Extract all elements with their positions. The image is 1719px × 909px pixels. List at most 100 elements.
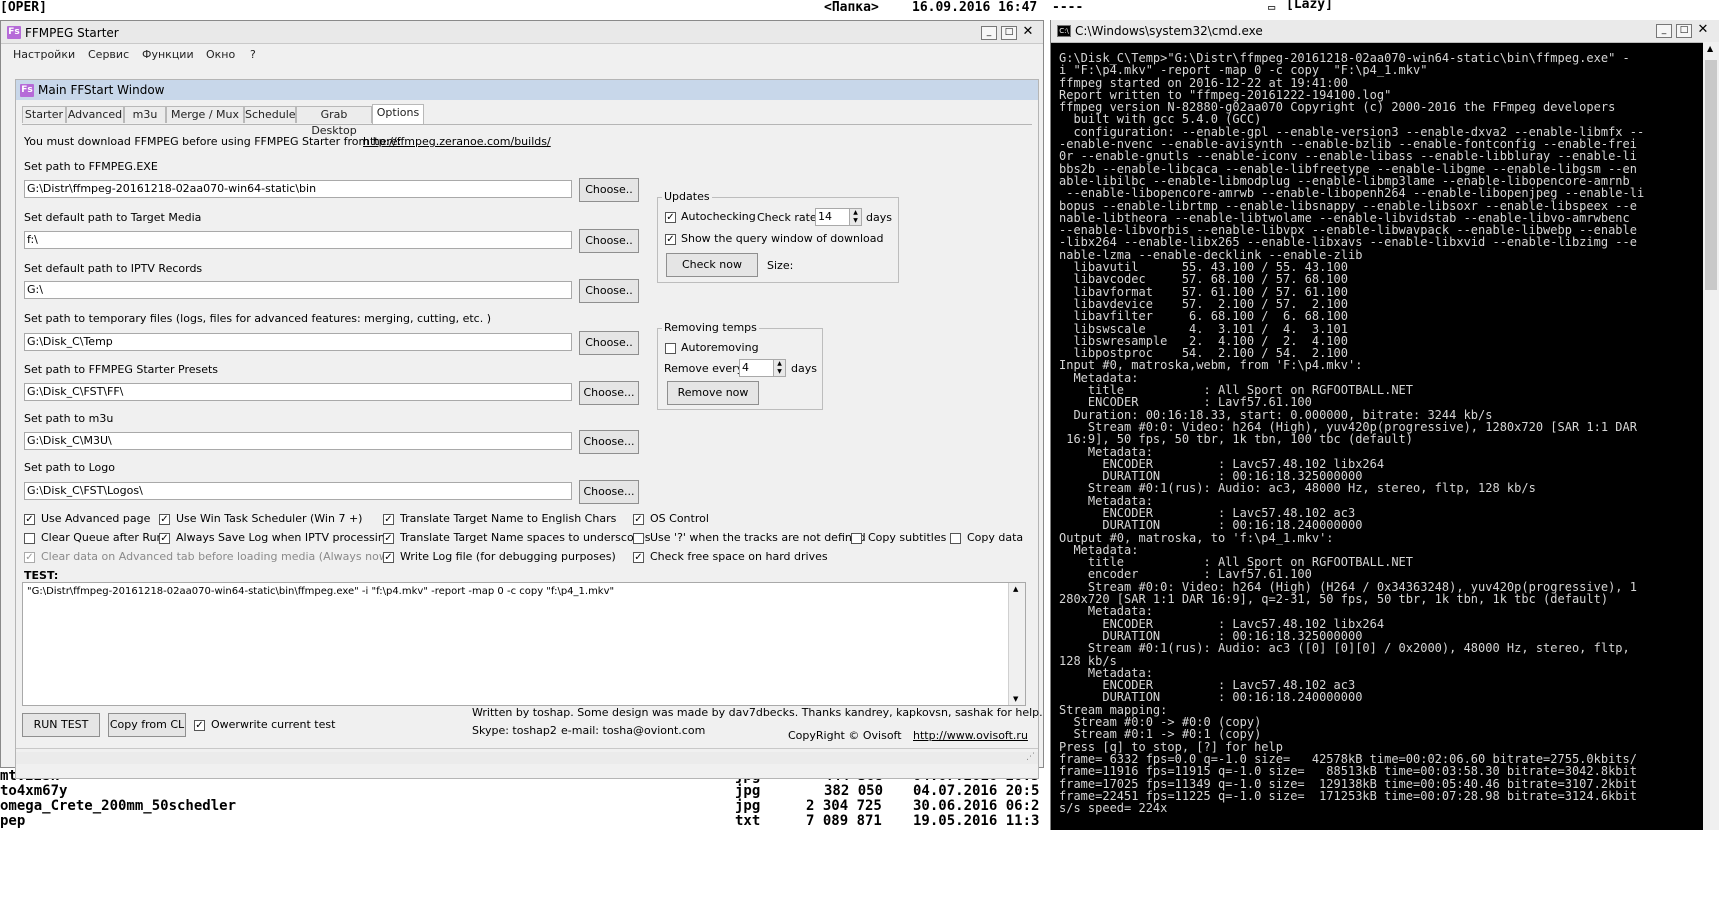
check-now-button[interactable]: Check now [666, 253, 758, 277]
tab-grab-desktop[interactable]: Grab Desktop [296, 106, 372, 137]
tab-m3u[interactable]: m3u [124, 106, 166, 123]
choose-ffmpeg-button[interactable]: Choose.. [579, 178, 639, 202]
cmd-window: C:\ C:\Windows\system32\cmd.exe _ □ ✕ G:… [1050, 20, 1719, 830]
console-line: ENCODER : Lavf57.61.100 [1059, 395, 1312, 410]
menu-settings[interactable]: Настройки [13, 48, 75, 61]
choose-presets-button[interactable]: Choose... [579, 381, 639, 405]
menu-help[interactable]: ? [250, 48, 256, 61]
cmd-title-bar[interactable]: C:\ C:\Windows\system32\cmd.exe _ □ ✕ [1051, 20, 1719, 43]
tab-options[interactable]: Options [372, 104, 424, 124]
tab-schedule[interactable]: Schedule [244, 106, 296, 123]
minimize-button[interactable]: _ [981, 26, 997, 40]
console-line: --enable-libopencore-amrwb --enable-libo… [1059, 186, 1645, 201]
choose-logo-button[interactable]: Choose... [579, 480, 639, 504]
presets-field[interactable]: G:\Disk_C\FST\FF\ [24, 383, 572, 401]
autoremoving-checkbox[interactable] [665, 343, 676, 354]
target-media-field[interactable]: f:\ [24, 231, 572, 249]
clear-queue-checkbox[interactable] [24, 533, 35, 544]
main-ffstart-window: Fs Main FFStart Window Starter Advanced … [15, 79, 1043, 779]
iptv-records-label: Set default path to IPTV Records [24, 262, 203, 275]
scroll-up-icon[interactable]: ▲ [1013, 585, 1018, 593]
copy-from-cl-button[interactable]: Copy from CL [108, 713, 186, 737]
cmd-scroll-up-icon[interactable]: ▲ [1707, 44, 1713, 53]
cmd-scroll-thumb[interactable] [1705, 60, 1717, 290]
title-bar[interactable]: Fs FFMPEG Starter _ □ ✕ [1, 21, 1043, 44]
cmd-close-button[interactable]: ✕ [1696, 23, 1710, 36]
win-task-scheduler-checkbox[interactable]: ✓ [159, 514, 170, 525]
remove-every-spinner[interactable]: 4 ▲ ▼ [739, 359, 786, 377]
list-item[interactable]: omega_Crete_200mm_50schedler jpg 2 304 7… [0, 798, 1050, 814]
target-media-label: Set default path to Target Media [24, 211, 202, 224]
underscores-label: Translate Target Name spaces to undersco… [400, 531, 651, 544]
download-link[interactable]: http://ffmpeg.zeranoe.com/builds/ [363, 135, 551, 148]
write-log-checkbox[interactable]: ✓ [383, 552, 394, 563]
ffmpeg-path-field[interactable]: G:\Distr\ffmpeg-20161218-02aa070-win64-s… [24, 180, 572, 198]
show-query-checkbox[interactable]: ✓ [665, 234, 676, 245]
logo-field[interactable]: G:\Disk_C\FST\Logos\ [24, 482, 572, 500]
resize-grip-icon[interactable]: ⋰ [1026, 752, 1035, 762]
maximize-button[interactable]: □ [1001, 26, 1017, 40]
tab-merge-mux[interactable]: Merge / Mux [166, 106, 244, 123]
presets-label: Set path to FFMPEG Starter Presets [24, 363, 219, 376]
console-line: DURATION : 00:16:18.240000000 [1059, 690, 1363, 705]
clear-data-advanced-checkbox: ✓ [24, 552, 35, 563]
menu-window[interactable]: Окно [206, 48, 235, 61]
size-label: Size: [767, 259, 794, 272]
cmd-maximize-button[interactable]: □ [1676, 24, 1692, 38]
logo-label: Set path to Logo [24, 461, 115, 474]
remove-now-button[interactable]: Remove now [667, 381, 759, 405]
cmd-minimize-button[interactable]: _ [1656, 24, 1672, 38]
m3u-field[interactable]: G:\Disk_C\M3U\ [24, 432, 572, 450]
status-divider [16, 748, 1038, 749]
scroll-down-icon[interactable]: ▼ [1013, 695, 1018, 703]
list-item[interactable]: pep txt 7 089 871 19.05.2016 11:3 [0, 813, 1050, 829]
console-line: 280x720 [SAR 1:1 DAR 16:9], q=2-31, 50 f… [1059, 592, 1609, 607]
check-rate-spinner[interactable]: 14 ▲ ▼ [815, 208, 862, 226]
iptv-records-field[interactable]: G:\ [24, 281, 572, 299]
os-control-checkbox[interactable]: ✓ [633, 514, 644, 525]
site-link[interactable]: http://www.ovisoft.ru [913, 729, 1028, 742]
use-question-checkbox[interactable] [633, 533, 644, 544]
copy-subtitles-label: Copy subtitles [868, 531, 947, 544]
folder-label: <Папка> [824, 0, 879, 15]
test-scrollbar[interactable]: ▲ ▼ [1008, 583, 1025, 705]
list-item[interactable]: to4xm67y jpg 382 050 04.07.2016 20:5 [0, 783, 1050, 799]
choose-temp-button[interactable]: Choose.. [579, 331, 639, 355]
console-line: 128 kb/s [1059, 653, 1117, 668]
spinner-arrows-icon[interactable]: ▲ ▼ [849, 209, 861, 225]
underscores-checkbox[interactable]: ✓ [383, 533, 394, 544]
run-test-button[interactable]: RUN TEST [22, 713, 100, 737]
tab-advanced[interactable]: Advanced [66, 106, 124, 123]
copy-data-checkbox[interactable] [950, 533, 961, 544]
use-advanced-checkbox[interactable]: ✓ [24, 514, 35, 525]
console-line: libavcodec 57. 68.100 / 57. 68.100 [1059, 272, 1348, 287]
cmd-scrollbar[interactable]: ▲ [1703, 42, 1719, 830]
close-button[interactable]: ✕ [1021, 25, 1035, 38]
cmd-app-icon: C:\ [1057, 25, 1071, 37]
panel-label: [OPER] [0, 0, 47, 15]
win-task-scheduler-label: Use Win Task Scheduler (Win 7 +) [176, 512, 363, 525]
choose-target-button[interactable]: Choose.. [579, 229, 639, 253]
test-command-textarea[interactable]: "G:\Distr\ffmpeg-20161218-02aa070-win64-… [22, 582, 1026, 706]
save-log-iptv-checkbox[interactable]: ✓ [159, 533, 170, 544]
child-title-bar[interactable]: Fs Main FFStart Window [16, 80, 1038, 100]
temp-files-field[interactable]: G:\Disk_C\Temp [24, 333, 572, 351]
save-log-iptv-label: Always Save Log when IPTV processing [176, 531, 392, 544]
overwrite-label: Owerwrite current test [211, 718, 336, 731]
right-panel-label: [Lazy] [1286, 0, 1333, 12]
autochecking-checkbox[interactable]: ✓ [665, 212, 676, 223]
folder-icon: ▭ [1268, 0, 1276, 14]
cmd-title: C:\Windows\system32\cmd.exe [1075, 24, 1263, 38]
remove-every-label: Remove every [664, 362, 744, 375]
menu-functions[interactable]: Функции [142, 48, 194, 61]
translate-english-checkbox[interactable]: ✓ [383, 514, 394, 525]
overwrite-checkbox[interactable]: ✓ [194, 720, 205, 731]
console-line: 16:9], 50 fps, 50 tbr, 1k tbn, 100 tbc (… [1059, 432, 1414, 447]
spinner-arrows-icon[interactable]: ▲ ▼ [773, 360, 785, 376]
menu-service[interactable]: Сервис [88, 48, 129, 61]
choose-iptv-button[interactable]: Choose.. [579, 279, 639, 303]
copy-subtitles-checkbox[interactable] [851, 533, 862, 544]
tab-starter[interactable]: Starter [22, 106, 66, 123]
choose-m3u-button[interactable]: Choose... [579, 430, 639, 454]
free-space-checkbox[interactable]: ✓ [633, 552, 644, 563]
